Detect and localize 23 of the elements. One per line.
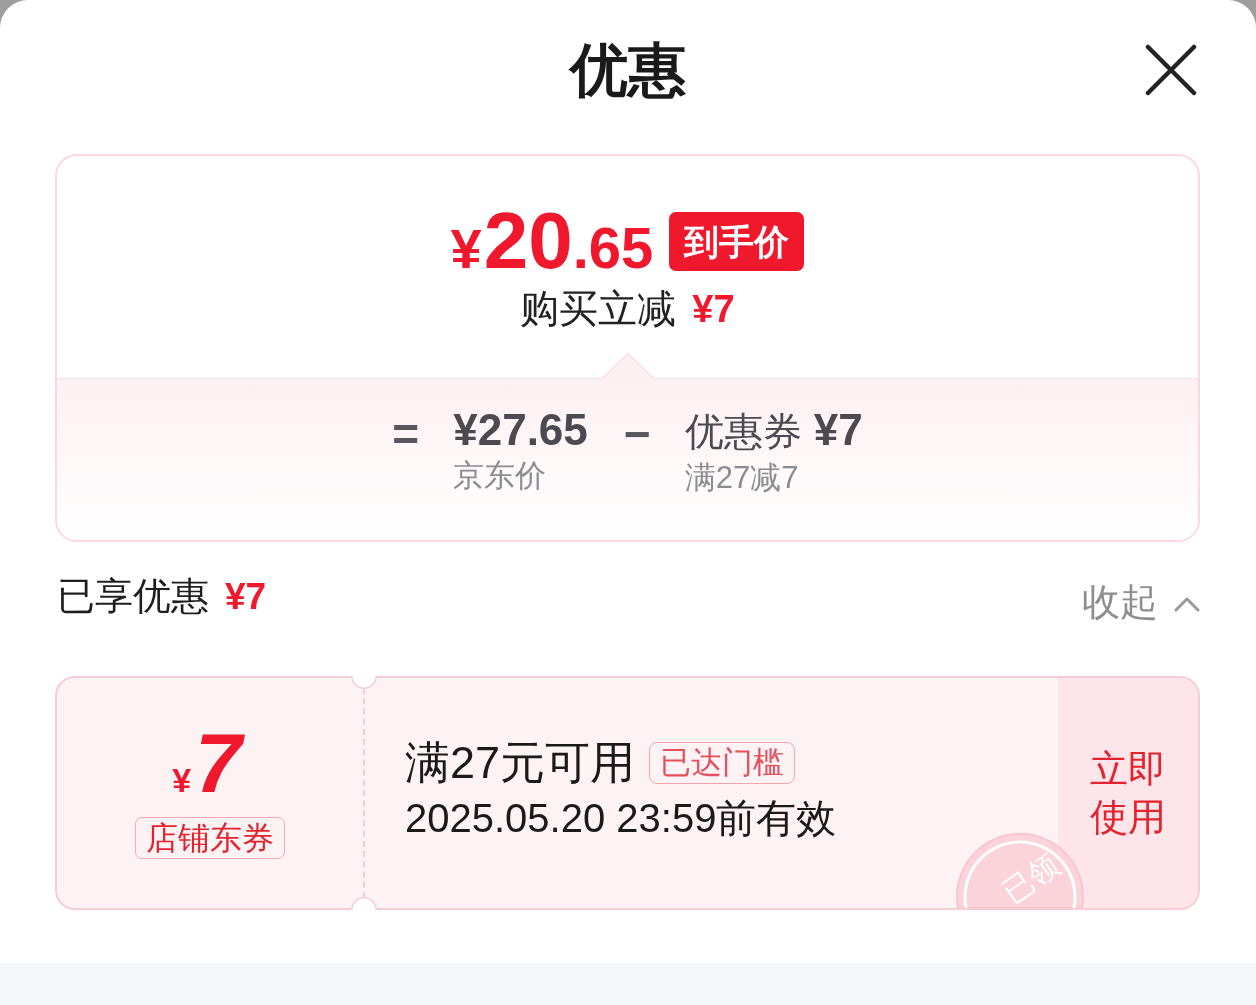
threshold-reached-tag: 已达门槛	[649, 742, 796, 784]
original-price: ¥27.65	[453, 403, 588, 456]
applied-discount-label: 已享优惠	[57, 574, 209, 619]
collapse-toggle[interactable]: 收起	[1082, 576, 1200, 628]
instant-discount-amount: ¥7	[692, 287, 735, 332]
equals-sign: =	[392, 407, 420, 460]
original-price-label: 京东价	[453, 456, 548, 495]
use-now-button[interactable]: 立即使用	[1058, 678, 1198, 908]
instant-discount-label: 购买立减	[520, 286, 677, 332]
minus-sign: −	[623, 407, 651, 460]
close-button[interactable]	[1145, 44, 1197, 96]
coupon-type-tag: 店铺东券	[135, 817, 285, 859]
coupon-label: 优惠券	[684, 408, 802, 455]
coupon-validity: 2025.05.20 23:59前有效	[405, 795, 838, 842]
coupon-condition: 满27减7	[684, 458, 800, 497]
coupon-discount-amount: ¥7	[813, 403, 863, 456]
sheet-title: 优惠	[570, 36, 686, 105]
close-icon	[1145, 44, 1197, 96]
final-price: ¥20.65	[450, 201, 654, 281]
chevron-up-icon	[1174, 596, 1200, 612]
price-type-badge: 到手价	[669, 211, 805, 271]
coupon-threshold: 满27元可用	[405, 736, 636, 790]
applied-discount-amount: ¥7	[225, 575, 267, 619]
